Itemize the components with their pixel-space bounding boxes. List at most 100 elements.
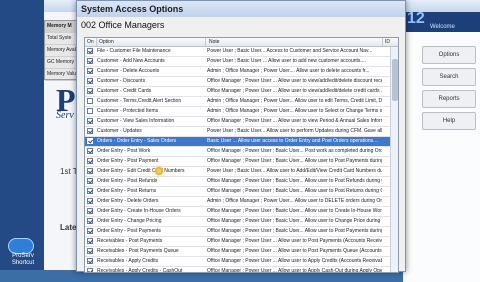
row-checkbox[interactable] [87, 268, 93, 272]
row-note: Power User ; Basic User ... Allow user t… [207, 58, 366, 64]
row-note: Power User ; Basic User... Allow user to… [207, 128, 382, 134]
row-note: Office Manager ; Power User ... Allow us… [207, 118, 382, 124]
table-row[interactable]: Order Entry - Create In-House Orders Offi… [85, 207, 398, 217]
row-option: Order Entry - Post Refunds [97, 178, 158, 184]
row-option: Receivables - Apply Credits - CashOut [97, 268, 183, 273]
table-row[interactable]: Order Entry - Edit Credit Card Numbers Po… [85, 167, 398, 177]
row-checkbox[interactable] [87, 118, 93, 124]
row-option: Order Entry - Change Pricing [97, 218, 162, 224]
shortcut-label[interactable]: ProServ Shortcut [3, 253, 43, 267]
row-checkbox[interactable] [87, 48, 93, 54]
row-checkbox[interactable] [87, 108, 93, 114]
row-checkbox[interactable] [87, 158, 93, 164]
row-checkbox[interactable] [87, 198, 93, 204]
row-checkbox[interactable] [87, 168, 93, 174]
table-row[interactable]: Customer - Credit Cards Office Manager ; … [85, 87, 398, 97]
column-header-id[interactable]: ID [385, 38, 390, 46]
row-checkbox[interactable] [87, 58, 93, 64]
table-row[interactable]: Customer - Terms,Credit,Alert Section Adm… [85, 97, 398, 107]
row-checkbox-cell [87, 257, 95, 266]
dialog-title: System Access Options [77, 1, 405, 17]
row-checkbox[interactable] [87, 178, 93, 184]
system-access-dialog: System Access Options 002 Office Manager… [76, 0, 406, 273]
left-text-line: 1st T [60, 167, 78, 176]
table-row[interactable]: Receivables - Post Payments Office Manage… [85, 237, 398, 247]
row-note: Office Manager ; Power User ; Basic User… [207, 228, 382, 234]
row-option: Order Entry - Delete Orders [97, 198, 159, 204]
column-separator [205, 38, 206, 46]
row-checkbox[interactable] [87, 128, 93, 134]
row-option: File - Customer File Maintenance [97, 48, 171, 54]
table-row[interactable]: Order Entry - Post Refunds Office Manager… [85, 177, 398, 187]
vertical-scrollbar[interactable] [390, 47, 398, 272]
table-row[interactable]: Customer - Add New Accounts Power User ; … [85, 57, 398, 67]
column-header-on[interactable]: On [87, 38, 94, 46]
row-option: Customer - Add New Accounts [97, 58, 165, 64]
column-header-note[interactable]: Note [209, 38, 220, 46]
row-checkbox[interactable] [87, 218, 93, 224]
table-row[interactable]: Order Entry - Delete Orders Admin ; Offic… [85, 197, 398, 207]
row-checkbox[interactable] [87, 98, 93, 104]
scrollbar-thumb[interactable] [392, 59, 398, 101]
table-row[interactable]: Receivables - Post Payments Queue Office … [85, 247, 398, 257]
row-checkbox-cell [87, 107, 95, 116]
table-row[interactable]: Customer - Protected Items Admin ; Office… [85, 107, 398, 117]
row-checkbox[interactable] [87, 258, 93, 264]
right-button-search[interactable]: Search [422, 68, 476, 86]
row-checkbox-cell [87, 67, 95, 76]
table-row[interactable]: Customer - Updates Power User ; Basic Use… [85, 127, 398, 137]
table-row[interactable]: Order Entry - Change Pricing Office Manag… [85, 217, 398, 227]
row-checkbox-cell [87, 157, 95, 166]
table-row[interactable]: Order Entry - Post Payment Office Manager… [85, 157, 398, 167]
row-checkbox[interactable] [87, 68, 93, 74]
row-note: Office Manager ; Power User ... Allow us… [207, 78, 382, 84]
table-row[interactable]: Order Entry - Post Payments Office Manage… [85, 227, 398, 237]
row-option: Orders - Order Entry - Sales Orders [97, 138, 177, 144]
row-checkbox[interactable] [87, 148, 93, 154]
row-note: Office Manager ; Power User ; Basic User… [207, 178, 382, 184]
column-header-option[interactable]: Option [99, 38, 114, 46]
shortcut-icon[interactable] [8, 238, 34, 254]
row-note: Office Manager ; Power User ... Allow us… [207, 248, 382, 254]
brand-subtitle: Serv [56, 110, 74, 121]
table-row[interactable]: Receivables - Apply Credits Office Manage… [85, 257, 398, 267]
row-option: Order Entry - Create In-House Orders [97, 208, 181, 214]
grid-header: On Option Note ID [85, 38, 398, 47]
right-button-help[interactable]: Help [422, 112, 476, 130]
table-row[interactable]: File - Customer File Maintenance Power Us… [85, 47, 398, 57]
row-checkbox[interactable] [87, 138, 93, 144]
memory-panel-row: Memory Valu [45, 69, 79, 81]
row-checkbox[interactable] [87, 208, 93, 214]
row-checkbox[interactable] [87, 188, 93, 194]
row-note: Power User ; Basic User... Access to Cus… [207, 48, 373, 54]
row-checkbox[interactable] [87, 248, 93, 254]
row-checkbox-cell [87, 77, 95, 86]
row-checkbox-cell [87, 87, 95, 96]
row-checkbox-cell [87, 167, 95, 176]
row-option: Order Entry - Post Payments [97, 228, 161, 234]
row-checkbox-cell [87, 57, 95, 66]
row-option: Order Entry - Post Payment [97, 158, 159, 164]
right-button-options[interactable]: Options [422, 46, 476, 64]
row-option: Customer - Delete Accounts [97, 68, 160, 74]
table-row[interactable]: Customer - Delete Accounts Admin ; Office… [85, 67, 398, 77]
table-row[interactable]: Customer - Discounts Office Manager ; Pow… [85, 77, 398, 87]
row-checkbox[interactable] [87, 88, 93, 94]
row-checkbox[interactable] [87, 238, 93, 244]
row-checkbox-cell [87, 47, 95, 56]
table-row[interactable]: Receivables - Apply Credits - CashOut Off… [85, 267, 398, 273]
mouse-cursor-icon [155, 167, 163, 175]
row-note: Office Manager ; Power User ; Basic User… [207, 208, 382, 214]
column-separator [382, 38, 383, 46]
row-checkbox-cell [87, 97, 95, 106]
row-checkbox[interactable] [87, 78, 93, 84]
table-row[interactable]: Order Entry - Post Work Office Manager ; … [85, 147, 398, 157]
row-checkbox-cell [87, 207, 95, 216]
table-row[interactable]: Customer - View Sales Information Office … [85, 117, 398, 127]
table-row[interactable]: Order Entry - Post Returns Office Manager… [85, 187, 398, 197]
right-header-number: 12 [407, 10, 425, 27]
table-row[interactable]: Orders - Order Entry - Sales Orders Basic… [85, 137, 398, 147]
row-checkbox[interactable] [87, 228, 93, 234]
right-button-reports[interactable]: Reports [422, 90, 476, 108]
options-grid: On Option Note ID File - Customer File M… [84, 37, 399, 273]
